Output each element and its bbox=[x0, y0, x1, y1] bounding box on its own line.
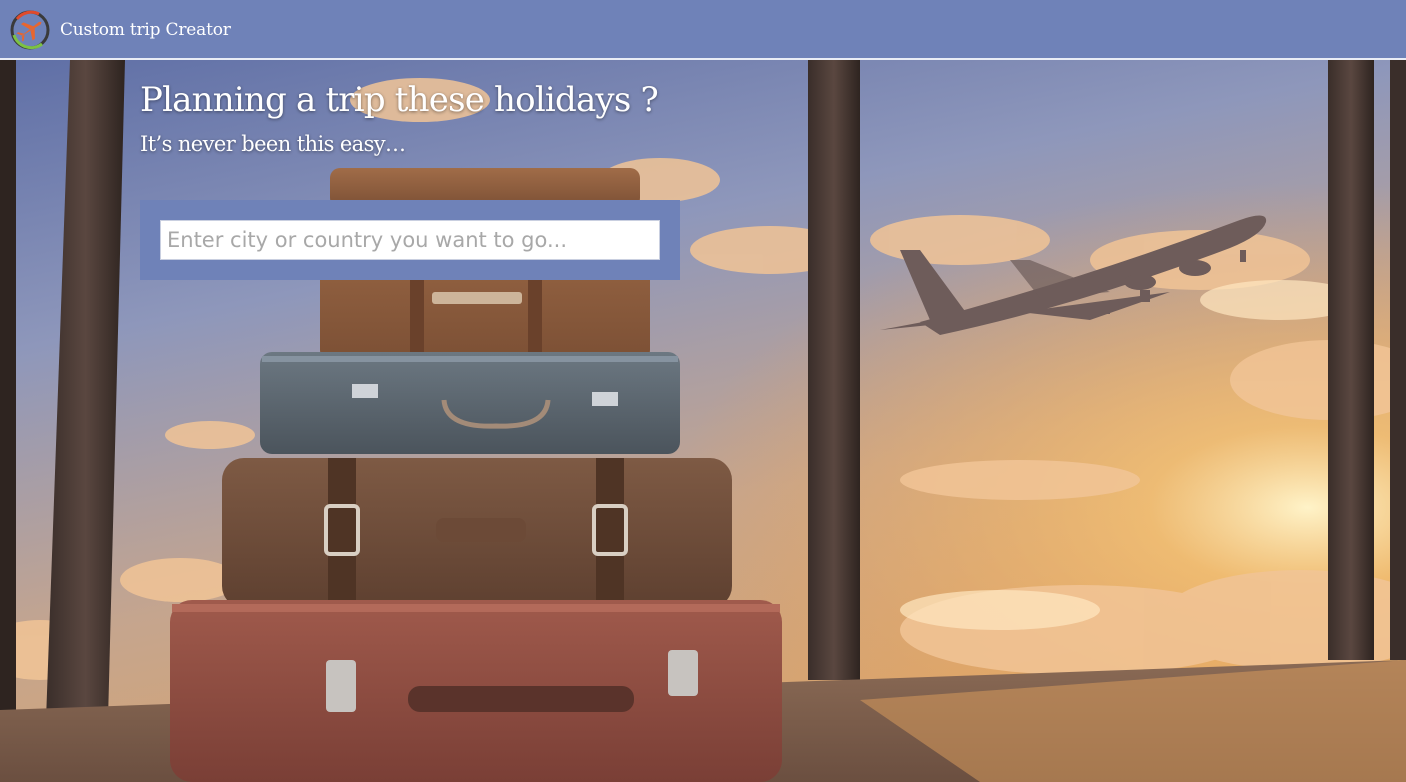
airplane-compass-icon[interactable] bbox=[9, 9, 51, 51]
suitcases-and-airplane-photo bbox=[0, 60, 1406, 782]
search-panel bbox=[140, 200, 680, 280]
hero-subtitle: It’s never been this easy… bbox=[140, 132, 406, 156]
brand-title[interactable]: Custom trip Creator bbox=[60, 20, 231, 40]
destination-search-input[interactable] bbox=[160, 220, 660, 260]
page: Custom trip Creator Planning a trip thes… bbox=[0, 0, 1406, 782]
hero-title: Planning a trip these holidays ? bbox=[140, 80, 659, 120]
navbar: Custom trip Creator bbox=[0, 0, 1406, 60]
